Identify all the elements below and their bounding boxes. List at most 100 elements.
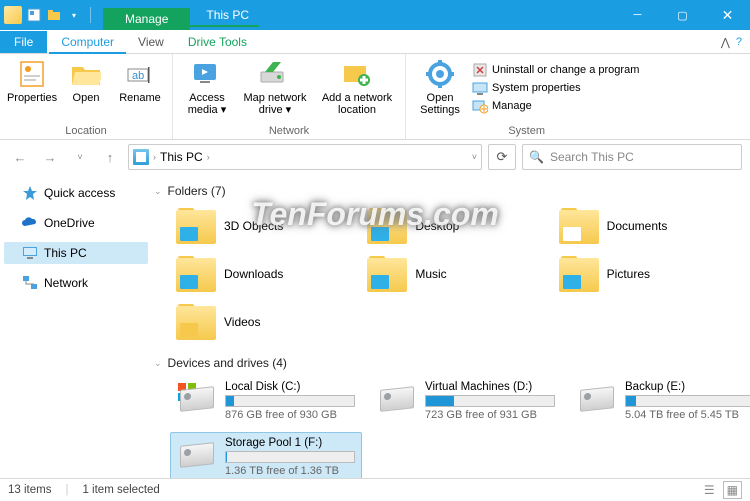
drive-item[interactable]: Storage Pool 1 (F:) 1.36 TB free of 1.36 … (170, 432, 362, 478)
drive-label: Virtual Machines (D:) (425, 381, 555, 393)
address-dropdown-icon[interactable]: ˅ (472, 152, 477, 162)
rename-icon: ab (124, 58, 156, 90)
up-button[interactable]: ↑ (98, 145, 122, 169)
map-network-drive-button[interactable]: Map network drive ▾ (239, 58, 311, 118)
section-header-folders[interactable]: ⌄ Folders (7) (152, 180, 740, 202)
group-label-network: Network (181, 125, 397, 137)
status-bar: 13 items | 1 item selected ☰ ▦ (0, 478, 750, 501)
nav-quick-access[interactable]: Quick access (4, 182, 148, 204)
tab-computer[interactable]: Computer (49, 31, 126, 53)
drive-icon (177, 381, 217, 417)
folder-label: Music (415, 267, 446, 281)
properties-button[interactable]: Properties (8, 58, 56, 118)
forward-button[interactable]: → (38, 145, 62, 169)
back-button[interactable]: ← (8, 145, 32, 169)
open-folder-icon (70, 58, 102, 90)
view-tiles-icon[interactable]: ▦ (723, 481, 742, 499)
folder-item[interactable]: Pictures (553, 252, 740, 296)
properties-icon (16, 58, 48, 90)
rename-button[interactable]: ab Rename (116, 58, 164, 118)
status-selected-count: 1 item selected (82, 484, 159, 496)
folder-icon (559, 208, 599, 244)
ribbon-group-location: Properties Open ab Rename Location (0, 54, 173, 139)
add-network-location-button[interactable]: Add a network location (317, 58, 397, 118)
qat-properties-icon[interactable] (26, 7, 42, 23)
nav-this-pc[interactable]: This PC (4, 242, 148, 264)
refresh-button[interactable]: ⟳ (488, 144, 516, 170)
recent-dropdown[interactable]: ˅ (68, 145, 92, 169)
drive-label: Local Disk (C:) (225, 381, 355, 393)
folder-icon (367, 256, 407, 292)
breadcrumb-chevron-icon[interactable]: › (207, 152, 210, 162)
drive-item[interactable]: Backup (E:)5.04 TB free of 5.45 TB (570, 376, 750, 426)
group-label-location: Location (8, 125, 164, 137)
ribbon-group-network: Access media ▾ Map network drive ▾ Add a… (173, 54, 406, 139)
address-bar[interactable]: › This PC › ˅ (128, 144, 482, 170)
breadcrumb-this-pc[interactable]: This PC (160, 150, 203, 164)
star-icon (22, 185, 38, 201)
map-drive-icon (259, 58, 291, 90)
drive-label: Backup (E:) (625, 381, 750, 393)
nav-network[interactable]: Network (4, 272, 148, 294)
close-button[interactable]: ✕ (705, 0, 750, 30)
drive-usage-bar (625, 395, 750, 407)
folder-label: Downloads (224, 267, 283, 281)
minimize-button[interactable]: ─ (615, 0, 660, 30)
folder-item[interactable]: Documents (553, 204, 740, 248)
section-header-drives[interactable]: ⌄ Devices and drives (4) (152, 352, 740, 374)
search-box[interactable]: 🔍 Search This PC (522, 144, 742, 170)
folder-label: Desktop (415, 219, 459, 233)
chevron-down-icon: ⌄ (154, 186, 162, 197)
view-details-icon[interactable]: ☰ (700, 481, 719, 499)
folder-item[interactable]: Videos (170, 300, 357, 344)
ribbon-tabs: File Computer View Drive Tools ⋀ ? (0, 30, 750, 54)
status-item-count: 13 items (8, 484, 51, 496)
system-properties-button[interactable]: System properties (472, 80, 639, 96)
access-media-button[interactable]: Access media ▾ (181, 58, 233, 118)
drive-item[interactable]: Virtual Machines (D:)723 GB free of 931 … (370, 376, 562, 426)
qat-new-folder-icon[interactable] (46, 7, 62, 23)
breadcrumb-chevron-icon[interactable]: › (153, 152, 156, 162)
folder-item[interactable]: 3D Objects (170, 204, 357, 248)
tab-file[interactable]: File (0, 31, 47, 53)
network-icon (22, 275, 38, 291)
drive-label: Storage Pool 1 (F:) (225, 437, 355, 449)
group-label-system: System (414, 125, 639, 137)
monitor-icon (22, 245, 38, 261)
drive-usage-bar (225, 451, 355, 463)
drive-sublabel: 1.36 TB free of 1.36 TB (225, 465, 355, 477)
qat-dropdown-icon[interactable]: ▾ (66, 7, 82, 23)
tab-view[interactable]: View (126, 31, 176, 53)
main-area: Quick access OneDrive This PC Network ⌄ … (0, 174, 750, 478)
folder-item[interactable]: Downloads (170, 252, 357, 296)
svg-text:ab: ab (132, 70, 144, 82)
folder-label: Pictures (607, 267, 650, 281)
this-pc-icon (133, 149, 149, 165)
open-settings-button[interactable]: Open Settings (414, 58, 466, 118)
folder-label: 3D Objects (224, 219, 283, 233)
drive-icon (577, 381, 617, 417)
navigation-pane: Quick access OneDrive This PC Network (0, 174, 152, 478)
folder-item[interactable]: Desktop (361, 204, 548, 248)
drive-item[interactable]: Local Disk (C:)876 GB free of 930 GB (170, 376, 362, 426)
ribbon-help-icon[interactable]: ? (736, 36, 742, 49)
uninstall-program-button[interactable]: Uninstall or change a program (472, 62, 639, 78)
media-icon (191, 58, 223, 90)
settings-gear-icon (424, 58, 456, 90)
explorer-icon[interactable] (4, 6, 22, 24)
search-placeholder: Search This PC (550, 150, 634, 164)
title-bar: ▾ Manage This PC ─ ▢ ✕ (0, 0, 750, 30)
folder-item[interactable]: Music (361, 252, 548, 296)
ribbon-collapse-icon[interactable]: ⋀ (721, 36, 730, 49)
folder-label: Videos (224, 315, 260, 329)
drive-usage-bar (425, 395, 555, 407)
cloud-icon (22, 215, 38, 231)
open-button[interactable]: Open (62, 58, 110, 118)
maximize-button[interactable]: ▢ (660, 0, 705, 30)
manage-button[interactable]: Manage (472, 98, 639, 114)
tab-drive-tools[interactable]: Drive Tools (176, 31, 259, 53)
add-location-icon (341, 58, 373, 90)
folder-icon (559, 256, 599, 292)
uninstall-icon (472, 62, 488, 78)
nav-onedrive[interactable]: OneDrive (4, 212, 148, 234)
